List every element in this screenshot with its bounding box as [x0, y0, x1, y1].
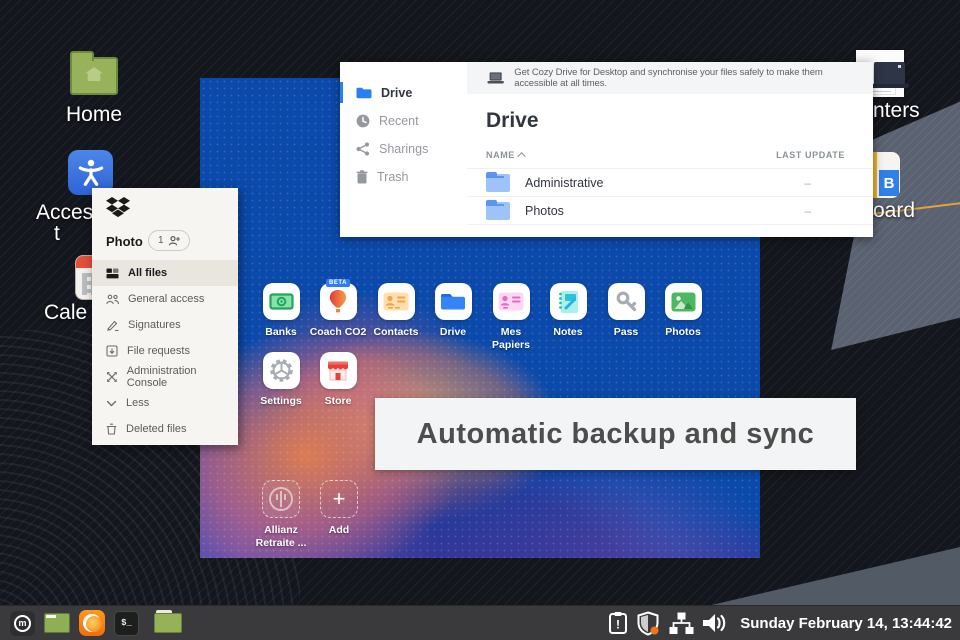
contact-card-icon — [377, 283, 415, 320]
folder-icon — [486, 199, 510, 220]
clock-icon — [356, 114, 370, 127]
clipboard-icon[interactable]: ! — [608, 611, 628, 635]
menu-item-signatures[interactable]: Signatures — [92, 312, 238, 338]
home-label: Home — [66, 103, 123, 126]
show-desktop-button[interactable] — [44, 613, 70, 633]
app-banks[interactable]: Banks — [252, 283, 310, 339]
sidebar-item-trash[interactable]: Trash — [340, 164, 467, 189]
row-divider — [467, 224, 873, 252]
banner-text: Get Cozy Drive for Desktop and synchroni… — [514, 67, 823, 89]
app-drive[interactable]: Drive — [424, 283, 482, 339]
folder-icon — [434, 283, 472, 320]
menu-item-deleted-files[interactable]: Deleted files — [92, 416, 238, 442]
app-store[interactable]: Store — [309, 352, 367, 408]
banknote-icon — [262, 283, 300, 320]
firefox-icon[interactable] — [79, 610, 105, 636]
volume-icon[interactable] — [702, 612, 728, 634]
dropbox-logo-icon — [106, 197, 130, 218]
network-icon[interactable] — [669, 612, 694, 635]
sidebar-item-drive[interactable]: Drive — [340, 80, 467, 105]
menu-item-all-files[interactable]: All files — [92, 260, 238, 286]
taskbar-launchers: m $_ — [10, 610, 182, 636]
trash-icon — [356, 169, 368, 183]
notepad-icon — [549, 283, 587, 320]
drive-sidebar: Drive Recent Sharings Trash — [340, 62, 467, 237]
book-b-letter: B — [879, 170, 899, 196]
sidebar-item-sharings[interactable]: Sharings — [340, 136, 467, 161]
allianz-logo-icon — [262, 480, 300, 518]
workspace-switcher[interactable]: Photo — [106, 234, 157, 249]
drive-main: Get Cozy Drive for Desktop and synchroni… — [467, 62, 873, 237]
mint-logo-icon: m — [14, 614, 31, 632]
chevron-down-icon — [106, 400, 117, 406]
gear-icon — [262, 352, 300, 389]
system-tray: ! Sunday February 14, 13:44:42 — [608, 610, 952, 636]
clock[interactable]: Sunday February 14, 13:44:42 — [740, 615, 952, 632]
person-add-icon — [168, 235, 180, 245]
accessibility-label-line2: t — [54, 222, 60, 245]
svg-text:!: ! — [616, 618, 620, 632]
people-icon — [106, 294, 119, 304]
admin-arrows-icon — [106, 372, 117, 382]
printers-label-partial[interactable]: nters — [873, 99, 920, 123]
key-icon — [607, 283, 645, 320]
laptop-icon — [487, 72, 504, 84]
column-name[interactable]: NAME — [486, 150, 526, 166]
column-last-update[interactable]: LAST UPDATE — [776, 150, 845, 166]
folder-icon — [486, 171, 510, 192]
app-settings[interactable]: Settings — [252, 352, 310, 408]
app-contacts[interactable]: Contacts — [367, 283, 425, 339]
file-row-photos[interactable]: Photos – — [467, 196, 873, 224]
menu-item-less[interactable]: Less — [92, 390, 238, 416]
menu-item-general-access[interactable]: General access — [92, 286, 238, 312]
calendar-label: Cale — [44, 301, 88, 324]
accessibility-label: Acces — [36, 201, 94, 224]
menu-item-file-requests[interactable]: File requests — [92, 338, 238, 364]
desktop-app-banner: Get Cozy Drive for Desktop and synchroni… — [467, 62, 873, 94]
taskbar: m $_ ! Sunday February 14, 13:44:42 — [0, 605, 960, 640]
share-icon — [356, 141, 370, 156]
desktop-icon-home[interactable]: Home — [66, 51, 123, 127]
app-coach-co2[interactable]: BETA Coach CO2 — [309, 279, 367, 339]
files-icon — [106, 268, 119, 278]
cozy-drive-window: Drive Recent Sharings Trash Get Cozy Dri… — [340, 62, 873, 237]
trash-icon — [106, 423, 117, 435]
menu-button[interactable]: m — [10, 610, 35, 636]
shortcut-allianz[interactable]: Allianz Retraite ... — [252, 480, 310, 550]
sort-asc-icon — [517, 152, 526, 161]
table-header: NAME LAST UPDATE — [486, 150, 845, 166]
desktop-icon-board[interactable]: B — [873, 152, 900, 198]
pen-icon — [107, 320, 119, 331]
dropbox-panel: Photo 1 All files General access Signatu… — [92, 188, 238, 445]
shield-icon[interactable] — [636, 610, 661, 636]
menu-item-administration-console[interactable]: Administration Console — [92, 364, 238, 390]
storefront-icon — [319, 352, 357, 389]
papers-card-icon — [492, 283, 530, 320]
terminal-icon[interactable]: $_ — [114, 610, 139, 636]
beta-badge: BETA — [326, 279, 350, 287]
page-title: Drive — [486, 109, 539, 132]
laptop-icon — [874, 62, 905, 85]
folder-icon — [356, 87, 372, 98]
slogan-banner: Automatic backup and sync — [375, 398, 856, 470]
desktop: Home Acces t Cale nters B oard Banks BET… — [0, 0, 960, 640]
balloon-icon: BETA — [319, 279, 357, 320]
board-label-partial: oard — [873, 199, 916, 222]
file-manager-icon[interactable] — [154, 610, 182, 633]
home-folder-icon — [66, 51, 122, 95]
file-row-administrative[interactable]: Administrative – — [467, 168, 873, 196]
file-request-icon — [106, 345, 118, 357]
book-b-icon: B — [873, 152, 900, 198]
photo-icon — [664, 283, 702, 320]
slogan-text: Automatic backup and sync — [416, 417, 815, 450]
shortcut-add[interactable]: + Add — [310, 480, 368, 537]
plus-icon: + — [320, 480, 358, 518]
app-pass[interactable]: Pass — [597, 283, 655, 339]
app-notes[interactable]: Notes — [539, 283, 597, 339]
members-badge[interactable]: 1 — [148, 230, 190, 251]
sidebar-item-recent[interactable]: Recent — [340, 108, 467, 133]
app-mes-papiers[interactable]: Mes Papiers — [482, 283, 540, 352]
app-photos[interactable]: Photos — [654, 283, 712, 339]
